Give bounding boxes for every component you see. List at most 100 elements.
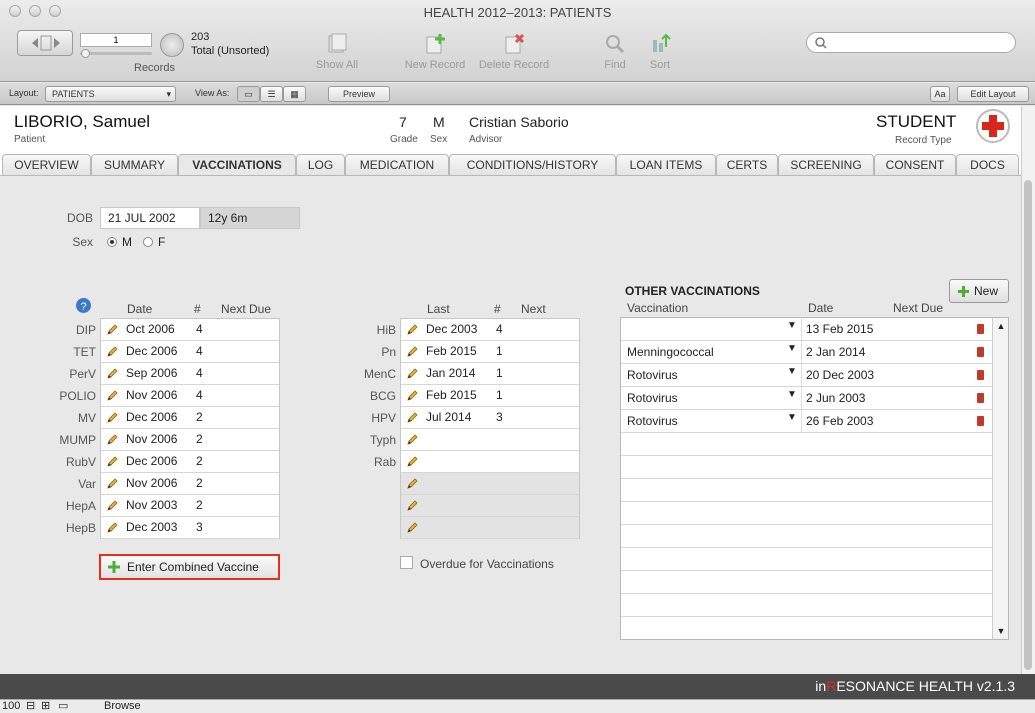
pencil-icon[interactable] [405,433,419,447]
portal-row[interactable]: Menningococcal ▼ 2 Jan 2014 [621,341,992,364]
tab-conditions-history[interactable]: CONDITIONS/HISTORY [449,154,616,175]
tab-docs[interactable]: DOCS [956,154,1019,175]
sort-button[interactable]: Sort [642,32,678,71]
zoom-level[interactable]: 100 [2,700,20,713]
table-row[interactable]: Nov 2003 2 [101,495,279,517]
pencil-icon[interactable] [105,433,119,447]
pencil-icon[interactable] [105,521,119,535]
help-icon[interactable]: ? [75,297,92,314]
enter-combined-vaccine-button[interactable]: Enter Combined Vaccine [99,554,280,580]
table-row[interactable] [401,473,579,495]
trash-icon[interactable] [977,347,984,357]
portal-row[interactable] [621,525,992,548]
portal-row[interactable] [621,479,992,502]
mode-indicator[interactable]: Browse [104,700,141,713]
pencil-icon[interactable] [405,521,419,535]
record-slider-handle[interactable] [81,49,90,58]
pencil-icon[interactable] [105,345,119,359]
table-row[interactable] [401,429,579,451]
tab-screening[interactable]: SCREENING [778,154,874,175]
layout-select[interactable]: PATIENTS ▾ [45,86,176,102]
tab-loan-items[interactable]: LOAN ITEMS [616,154,716,175]
pencil-icon[interactable] [105,389,119,403]
record-number-input[interactable] [80,33,152,47]
table-row[interactable]: Jan 2014 1 [401,363,579,385]
vaccination-date[interactable]: 2 Jan 2014 [806,342,865,363]
overdue-checkbox[interactable] [400,556,413,569]
view-as-form-button[interactable]: ▭ [237,86,260,102]
pencil-icon[interactable] [105,477,119,491]
window-scroll-thumb[interactable] [1024,180,1032,670]
table-row[interactable]: Sep 2006 4 [101,363,279,385]
portal-row[interactable] [621,456,992,479]
tab-consent[interactable]: CONSENT [874,154,956,175]
table-row[interactable]: Dec 2003 3 [101,517,279,539]
chevron-down-icon[interactable]: ▼ [787,343,797,354]
vaccination-name[interactable]: Rotovirus [627,365,678,386]
trash-icon[interactable] [977,416,984,426]
vaccination-name[interactable]: Rotovirus [627,388,678,409]
portal-row[interactable]: Rotovirus ▼ 20 Dec 2003 [621,364,992,387]
preview-button[interactable]: Preview [328,86,390,102]
tab-summary[interactable]: SUMMARY [91,154,178,175]
pencil-icon[interactable] [405,499,419,513]
pencil-icon[interactable] [405,477,419,491]
find-button[interactable]: Find [596,32,634,71]
portal-row[interactable]: ▼ 13 Feb 2015 [621,318,992,341]
chevron-down-icon[interactable]: ▼ [787,412,797,423]
sex-radio-f[interactable] [143,237,153,247]
text-formatting-button[interactable]: Aa [930,86,950,102]
vaccination-name[interactable]: Menningococcal [627,342,714,363]
portal-row[interactable] [621,502,992,525]
portal-row[interactable] [621,617,992,639]
portal-row[interactable]: Rotovirus ▼ 26 Feb 2003 [621,410,992,433]
view-as-table-button[interactable]: ▦ [283,86,306,102]
pencil-icon[interactable] [405,345,419,359]
trash-icon[interactable] [977,370,984,380]
table-row[interactable]: Feb 2015 1 [401,385,579,407]
table-row[interactable]: Nov 2006 4 [101,385,279,407]
table-row[interactable]: Nov 2006 2 [101,473,279,495]
vaccination-date[interactable]: 20 Dec 2003 [806,365,874,386]
show-all-button[interactable]: Show All [308,32,366,71]
vaccination-date[interactable]: 2 Jun 2003 [806,388,865,409]
table-row[interactable]: Dec 2006 2 [101,451,279,473]
zoom-in-icon[interactable]: ⊞ [41,700,50,713]
scroll-down-arrow-icon[interactable]: ▼ [993,626,1008,636]
vaccination-date[interactable]: 13 Feb 2015 [806,319,873,340]
quick-find-search-input[interactable] [806,32,1016,53]
portal-row[interactable]: Rotovirus ▼ 2 Jun 2003 [621,387,992,410]
table-row[interactable] [401,517,579,539]
vaccination-date[interactable]: 26 Feb 2003 [806,411,873,432]
tab-log[interactable]: LOG [296,154,345,175]
scroll-up-arrow-icon[interactable]: ▲ [993,321,1008,331]
zoom-out-icon[interactable]: ⊟ [26,700,35,713]
table-row[interactable]: Nov 2006 2 [101,429,279,451]
tab-certs[interactable]: CERTS [716,154,778,175]
chevron-down-icon[interactable]: ▼ [787,320,797,331]
table-row[interactable] [401,495,579,517]
record-navigator[interactable] [17,30,73,56]
sex-radio-m[interactable] [107,237,117,247]
record-slider[interactable] [80,52,152,55]
pencil-icon[interactable] [105,499,119,513]
trash-icon[interactable] [977,393,984,403]
pencil-icon[interactable] [405,411,419,425]
pencil-icon[interactable] [405,455,419,469]
pencil-icon[interactable] [105,411,119,425]
view-as-list-button[interactable]: ☰ [260,86,283,102]
table-row[interactable]: Jul 2014 3 [401,407,579,429]
pencil-icon[interactable] [405,323,419,337]
new-record-button[interactable]: New Record [400,32,470,71]
chevron-down-icon[interactable]: ▼ [787,366,797,377]
pencil-icon[interactable] [105,367,119,381]
trash-icon[interactable] [977,324,984,334]
tab-vaccinations[interactable]: VACCINATIONS [178,154,296,176]
vaccination-name[interactable]: Rotovirus [627,411,678,432]
chevron-down-icon[interactable]: ▼ [787,389,797,400]
new-vaccination-button[interactable]: New [949,279,1009,303]
table-row[interactable]: Dec 2003 4 [401,319,579,341]
pencil-icon[interactable] [405,367,419,381]
table-row[interactable]: Dec 2006 2 [101,407,279,429]
tab-medication[interactable]: MEDICATION [345,154,449,175]
